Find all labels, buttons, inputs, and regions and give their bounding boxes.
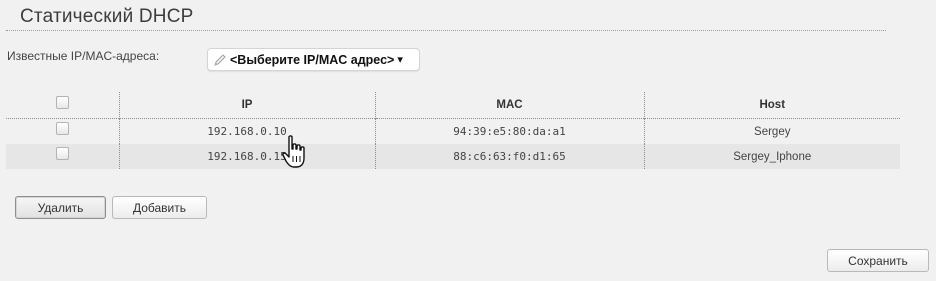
table-header-row: IP MAC Host: [6, 92, 900, 119]
add-button[interactable]: Добавить: [112, 196, 207, 219]
page-title: Статический DHCP: [20, 6, 194, 27]
save-button[interactable]: Сохранить: [827, 249, 929, 272]
table-row: 192.168.0.15 88:c6:63:f0:d1:65 Sergey_Ip…: [6, 144, 900, 169]
pencil-icon: [213, 53, 227, 67]
static-dhcp-table: IP MAC Host 192.168.0.10 94:39:e5:80:da:…: [6, 92, 900, 169]
row-checkbox-cell: [6, 144, 119, 169]
column-header-ip: IP: [118, 92, 375, 119]
delete-button[interactable]: Удалить: [15, 196, 106, 219]
row-checkbox-cell: [6, 119, 119, 145]
known-addresses-label: Известные IP/MAC-адреса:: [7, 49, 160, 63]
cell-host: Sergey_Iphone: [643, 144, 900, 169]
row-checkbox[interactable]: [55, 147, 69, 160]
cell-ip: 192.168.0.10: [118, 118, 375, 144]
select-all-cell: [6, 92, 119, 119]
title-divider: [6, 30, 886, 31]
column-header-host: Host: [643, 92, 900, 119]
cell-mac: 94:39:e5:80:da:a1: [374, 118, 644, 144]
row-checkbox[interactable]: [55, 122, 69, 135]
cell-mac: 88:c6:63:f0:d1:65: [374, 144, 644, 169]
column-header-mac: MAC: [374, 92, 644, 119]
caret-down-icon: ▾: [397, 54, 403, 66]
cell-ip: 192.168.0.15: [118, 144, 375, 169]
cell-host: Sergey: [643, 118, 900, 144]
known-addresses-selected-value: <Выберите IP/MAC адрес>: [230, 52, 395, 67]
known-addresses-select[interactable]: <Выберите IP/MAC адрес> ▾: [207, 48, 420, 71]
select-all-checkbox[interactable]: [55, 95, 69, 109]
table-row: 192.168.0.10 94:39:e5:80:da:a1 Sergey: [6, 118, 900, 145]
